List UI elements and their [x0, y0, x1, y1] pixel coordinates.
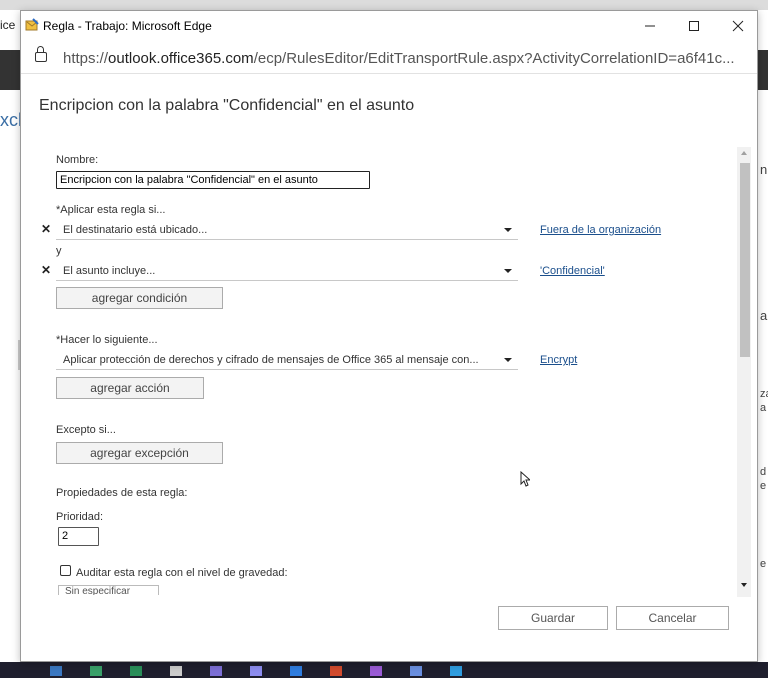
scroll-down-icon[interactable] — [741, 583, 747, 587]
remove-condition-icon[interactable]: ✕ — [41, 263, 51, 277]
url-host: outlook.office365.com — [108, 50, 254, 67]
taskbar-app-icon[interactable] — [250, 666, 262, 676]
background-fragment: a — [760, 402, 767, 414]
taskbar-app-icon[interactable] — [330, 666, 342, 676]
background-tab-text: ice — [0, 18, 16, 32]
minimize-button[interactable] — [627, 11, 673, 41]
address-bar[interactable]: https://outlook.office365.com/ecp/RulesE… — [21, 43, 757, 74]
mouse-cursor-icon — [520, 471, 530, 487]
save-button[interactable]: Guardar — [498, 606, 608, 630]
audit-checkbox[interactable] — [60, 565, 71, 576]
background-fragment: d — [760, 466, 767, 478]
taskbar-app-icon[interactable] — [130, 666, 142, 676]
priority-label: Prioridad: — [56, 511, 104, 523]
severity-select[interactable]: Sin especificar — [58, 585, 159, 595]
minimize-icon — [645, 25, 655, 27]
priority-input[interactable]: 2 — [58, 527, 99, 546]
background-fragment: e — [760, 558, 767, 570]
taskbar — [0, 662, 768, 678]
cancel-button[interactable]: Cancelar — [616, 606, 729, 630]
popup-window: Regla - Trabajo: Microsoft Edge https://… — [20, 10, 758, 662]
condition-2-label: El asunto incluye... — [63, 265, 156, 277]
taskbar-app-icon[interactable] — [50, 666, 62, 676]
close-icon — [732, 20, 744, 32]
add-condition-button[interactable]: agregar condición — [56, 287, 223, 309]
chevron-down-icon — [504, 228, 512, 232]
background-fragment: n — [760, 162, 768, 177]
condition-2-select[interactable]: El asunto incluye... — [56, 261, 518, 281]
taskbar-app-icon[interactable] — [370, 666, 382, 676]
taskbar-app-icon[interactable] — [90, 666, 102, 676]
maximize-icon — [689, 21, 699, 31]
except-label: Excepto si... — [56, 424, 116, 436]
scrollbar-thumb[interactable] — [740, 163, 750, 357]
background-fragment: e — [760, 480, 767, 492]
taskbar-app-icon[interactable] — [410, 666, 422, 676]
action-1-select[interactable]: Aplicar protección de derechos y cifrado… — [56, 350, 518, 370]
window-title: Regla - Trabajo: Microsoft Edge — [43, 19, 212, 33]
close-button[interactable] — [715, 11, 761, 41]
condition-1-select[interactable]: El destinatario está ubicado... — [56, 220, 518, 240]
chevron-down-icon — [504, 269, 512, 273]
do-following-label: *Hacer lo siguiente... — [56, 334, 158, 346]
taskbar-app-icon[interactable] — [210, 666, 222, 676]
taskbar-app-icon[interactable] — [170, 666, 182, 676]
chevron-down-icon — [504, 358, 512, 362]
condition-1-value-link[interactable]: Fuera de la organización — [540, 224, 661, 236]
condition-2-value-link[interactable]: 'Confidencial' — [540, 265, 605, 277]
remove-condition-icon[interactable]: ✕ — [41, 222, 51, 236]
background-fragment: a — [760, 308, 768, 323]
name-label: Nombre: — [56, 154, 99, 166]
taskbar-app-icon[interactable] — [290, 666, 302, 676]
severity-value: Sin especificar — [65, 586, 131, 595]
name-input[interactable]: Encripcion con la palabra "Confidencial"… — [56, 171, 370, 189]
scroll-up-icon[interactable] — [741, 151, 747, 155]
audit-label: Auditar esta regla con el nivel de grave… — [76, 567, 288, 579]
maximize-button[interactable] — [671, 11, 717, 41]
lock-icon — [35, 46, 47, 62]
background-fragment: za — [760, 388, 768, 400]
action-1-label: Aplicar protección de derechos y cifrado… — [63, 354, 479, 366]
add-exception-button[interactable]: agregar excepción — [56, 442, 223, 464]
dialog-title: Encripcion con la palabra "Confidencial"… — [39, 97, 415, 114]
url-path: /ecp/RulesEditor/EditTransportRule.aspx?… — [253, 50, 735, 67]
condition-1-label: El destinatario está ubicado... — [63, 224, 208, 236]
action-1-value-link[interactable]: Encrypt — [540, 354, 577, 366]
apply-rule-label: *Aplicar esta regla si... — [56, 204, 166, 216]
taskbar-app-icon[interactable] — [450, 666, 462, 676]
edge-favicon-icon — [25, 18, 39, 31]
background-tabstrip — [0, 0, 768, 10]
url-prefix: https:// — [63, 50, 109, 67]
title-bar[interactable]: Regla - Trabajo: Microsoft Edge — [21, 11, 757, 41]
properties-label: Propiedades de esta regla: — [56, 487, 188, 499]
and-label: y — [56, 245, 62, 257]
add-action-button[interactable]: agregar acción — [56, 377, 204, 399]
url-text[interactable]: https://outlook.office365.com/ecp/RulesE… — [63, 50, 735, 67]
